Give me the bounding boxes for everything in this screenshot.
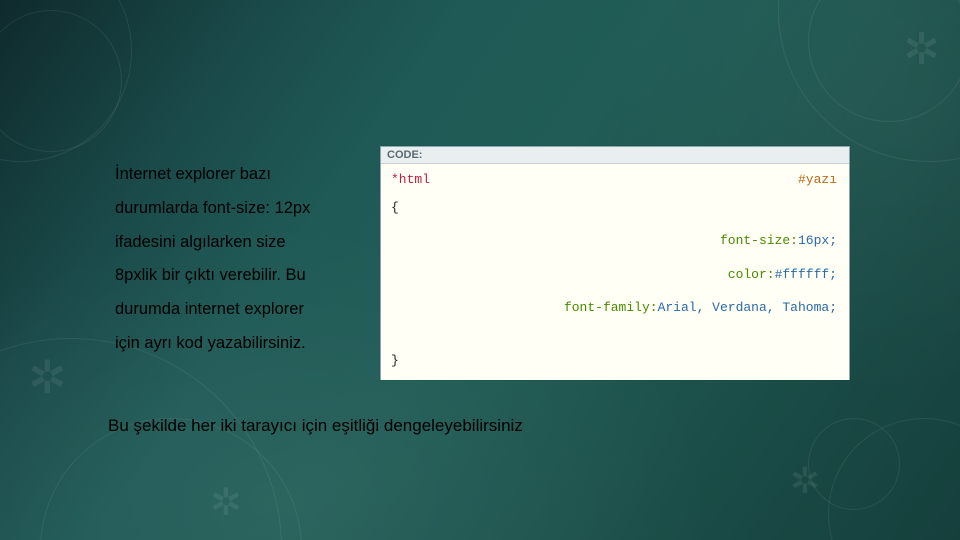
code-prop-value: 16px; <box>798 233 837 248</box>
gear-icon: ✲ <box>903 24 940 75</box>
decorative-circle <box>808 0 960 122</box>
code-properties: font-size:16px; color:#ffffff; font-fami… <box>391 231 837 318</box>
code-panel: CODE: *html #yazı { font-size:16px; colo… <box>380 146 850 380</box>
decorative-circle <box>40 418 302 540</box>
gear-icon: ✲ <box>210 480 242 525</box>
code-prop-color: color:#ffffff; <box>391 265 837 285</box>
code-prop-key: color: <box>728 267 775 282</box>
code-prop-key: font-size: <box>720 233 798 248</box>
decorative-circle <box>0 338 282 540</box>
code-prop-font-size: font-size:16px; <box>391 231 837 251</box>
code-prop-value: Arial, Verdana, Tahoma; <box>658 300 837 315</box>
code-brace-close: } <box>391 351 399 371</box>
decorative-circle <box>0 0 132 162</box>
code-body: *html #yazı { font-size:16px; color:#fff… <box>381 164 849 380</box>
slide: ✲ ✲ ✲ ✲ İnternet explorer bazı durumlard… <box>0 0 960 540</box>
code-prop-font-family: font-family:Arial, Verdana, Tahoma; <box>391 298 837 318</box>
body-paragraph: İnternet explorer bazı durumlarda font-s… <box>115 158 375 361</box>
decorative-circle <box>808 418 900 510</box>
gear-icon: ✲ <box>790 460 820 502</box>
code-selector-right: #yazı <box>798 170 837 190</box>
code-prop-key: font-family: <box>564 300 658 315</box>
code-header: CODE: <box>381 147 849 164</box>
decorative-circle <box>0 10 122 152</box>
gear-icon: ✲ <box>28 350 67 404</box>
code-selector-left: *html <box>391 170 430 190</box>
code-line-brace-open: { <box>391 198 837 218</box>
bottom-paragraph: Bu şekilde her iki tarayıcı için eşitliğ… <box>108 416 523 436</box>
code-prop-value: #ffffff; <box>775 267 837 282</box>
code-brace-open: { <box>391 198 399 218</box>
decorative-circle <box>828 418 960 540</box>
decorative-circle <box>778 0 960 162</box>
code-line-selectors: *html #yazı <box>391 170 837 190</box>
